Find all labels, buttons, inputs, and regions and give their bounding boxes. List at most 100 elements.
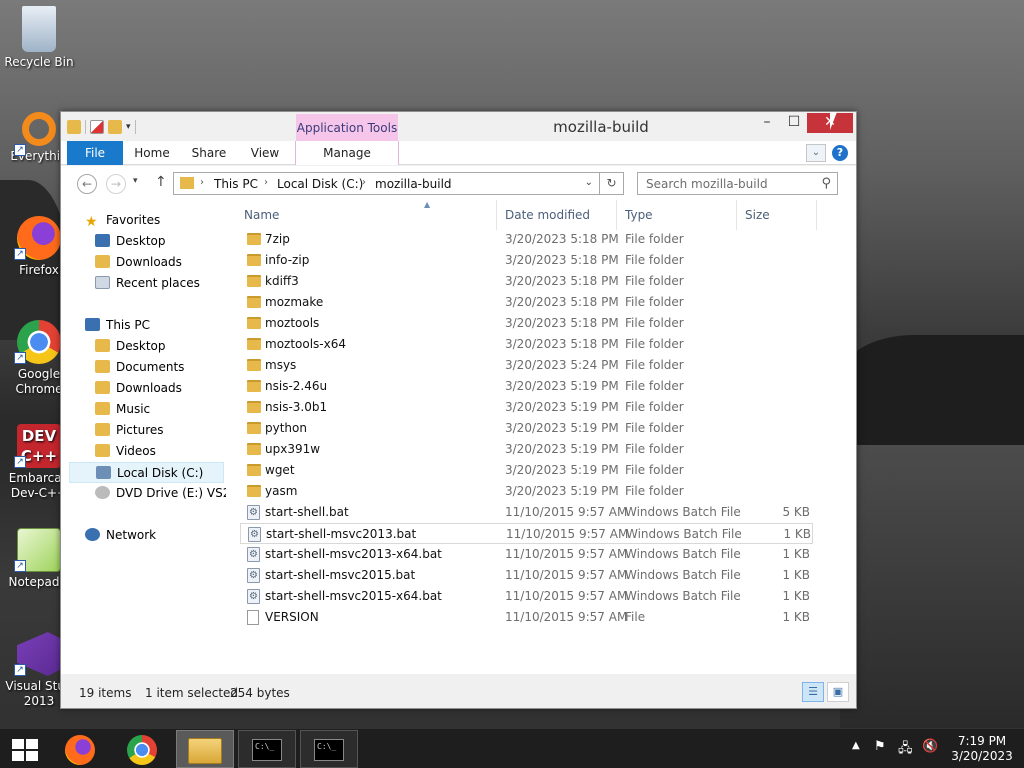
- file-row[interactable]: yasm 3/20/2023 5:19 PM File folder: [240, 481, 813, 502]
- desktop-icon-recycle-bin[interactable]: Recycle Bin: [0, 6, 78, 70]
- file-row[interactable]: nsis-2.46u 3/20/2023 5:19 PM File folder: [240, 376, 813, 397]
- forward-button[interactable]: →: [106, 174, 126, 194]
- address-bar[interactable]: › This PC › Local Disk (C:) › mozilla-bu…: [173, 172, 600, 195]
- maximize-button[interactable]: ☐: [780, 113, 808, 133]
- volume-muted-icon[interactable]: 🔇: [922, 739, 938, 754]
- refresh-button[interactable]: ↻: [600, 172, 624, 195]
- column-divider[interactable]: [816, 200, 817, 230]
- file-row[interactable]: info-zip 3/20/2023 5:18 PM File folder: [240, 250, 813, 271]
- breadcrumb-local-disk[interactable]: Local Disk (C:): [277, 177, 363, 191]
- file-size: 1 KB: [782, 589, 810, 603]
- shortcut-arrow-icon: ↗: [14, 560, 26, 572]
- file-type: Windows Batch File: [625, 547, 741, 561]
- action-center-flag-icon[interactable]: ⚑: [874, 739, 886, 754]
- file-explorer-icon: [188, 738, 222, 764]
- network-icon[interactable]: 🖧: [898, 739, 913, 761]
- file-row[interactable]: start-shell-msvc2013-x64.bat 11/10/2015 9…: [240, 544, 813, 565]
- search-input[interactable]: Search mozilla-build ⚲: [637, 172, 838, 195]
- file-type: File folder: [625, 484, 684, 498]
- file-date-modified: 11/10/2015 9:57 AM: [506, 527, 629, 541]
- column-divider[interactable]: [496, 200, 497, 230]
- tab-home[interactable]: Home: [129, 141, 175, 165]
- nav-music[interactable]: Music: [95, 399, 150, 420]
- breadcrumb-separator: ›: [362, 177, 366, 188]
- nav-downloads[interactable]: Downloads: [95, 252, 182, 273]
- column-header-date[interactable]: Date modified: [505, 208, 590, 222]
- column-header-size[interactable]: Size: [745, 208, 770, 222]
- taskbar-cmd-1[interactable]: C:\_: [238, 730, 296, 768]
- nav-recent-places[interactable]: Recent places: [95, 273, 200, 294]
- properties-icon[interactable]: [90, 120, 104, 134]
- taskbar-file-explorer[interactable]: [176, 730, 234, 768]
- file-row[interactable]: wget 3/20/2023 5:19 PM File folder: [240, 460, 813, 481]
- column-divider[interactable]: [736, 200, 737, 230]
- column-header-type[interactable]: Type: [625, 208, 653, 222]
- taskbar-chrome[interactable]: [114, 730, 172, 768]
- file-row[interactable]: moztools-x64 3/20/2023 5:18 PM File folder: [240, 334, 813, 355]
- breadcrumb-this-pc[interactable]: This PC: [214, 177, 258, 191]
- file-row[interactable]: msys 3/20/2023 5:24 PM File folder: [240, 355, 813, 376]
- file-row[interactable]: start-shell-msvc2013.bat 11/10/2015 9:57 …: [240, 523, 813, 545]
- details-view-button[interactable]: ☰: [802, 682, 824, 702]
- customize-toolbar-icon[interactable]: ▾: [126, 122, 131, 132]
- address-dropdown-icon[interactable]: ⌄: [585, 177, 593, 188]
- minimize-button[interactable]: –: [753, 113, 781, 133]
- taskbar-firefox[interactable]: [52, 730, 110, 768]
- file-date-modified: 3/20/2023 5:18 PM: [505, 232, 619, 246]
- column-header-name[interactable]: Name: [244, 208, 279, 222]
- tab-file[interactable]: File: [67, 141, 123, 165]
- file-row[interactable]: mozmake 3/20/2023 5:18 PM File folder: [240, 292, 813, 313]
- file-row[interactable]: upx391w 3/20/2023 5:19 PM File folder: [240, 439, 813, 460]
- nav-dvd-drive[interactable]: DVD Drive (E:) VS201: [95, 483, 226, 504]
- file-date-modified: 11/10/2015 9:57 AM: [505, 589, 628, 603]
- nav-documents[interactable]: Documents: [95, 357, 184, 378]
- title-bar[interactable]: ▾ Application Tools mozilla-build – ☐ ✕: [61, 112, 856, 141]
- file-date-modified: 3/20/2023 5:18 PM: [505, 337, 619, 351]
- tab-manage[interactable]: Manage: [313, 141, 381, 165]
- large-icons-view-button[interactable]: ▣: [827, 682, 849, 702]
- file-date-modified: 11/10/2015 9:57 AM: [505, 505, 628, 519]
- recent-locations-button[interactable]: ▾: [133, 176, 138, 186]
- expand-ribbon-button[interactable]: ⌄: [806, 144, 826, 162]
- start-button[interactable]: [0, 730, 58, 768]
- file-date-modified: 3/20/2023 5:24 PM: [505, 358, 619, 372]
- file-row[interactable]: VERSION 11/10/2015 9:57 AM File 1 KB: [240, 607, 813, 628]
- tab-share[interactable]: Share: [185, 141, 233, 165]
- nav-this-pc[interactable]: This PC: [85, 315, 150, 336]
- file-row[interactable]: start-shell.bat 11/10/2015 9:57 AMWindows…: [240, 502, 813, 523]
- batch-file-icon: [247, 502, 260, 523]
- back-button[interactable]: ←: [77, 174, 97, 194]
- up-button[interactable]: ↑: [155, 174, 167, 190]
- column-divider[interactable]: [616, 200, 617, 230]
- file-type: File folder: [625, 358, 684, 372]
- file-row[interactable]: start-shell-msvc2015.bat 11/10/2015 9:57 …: [240, 565, 813, 586]
- nav-videos[interactable]: Videos: [95, 441, 156, 462]
- clock[interactable]: 7:19 PM 3/20/2023: [948, 734, 1016, 764]
- file-row[interactable]: kdiff3 3/20/2023 5:18 PM File folder: [240, 271, 813, 292]
- show-hidden-icons-icon[interactable]: ▲: [852, 740, 860, 751]
- status-item-count: 19 items: [79, 686, 132, 700]
- file-name: VERSION: [265, 610, 319, 624]
- file-row[interactable]: 7zip 3/20/2023 5:18 PM File folder: [240, 229, 813, 250]
- file-row[interactable]: moztools 3/20/2023 5:18 PM File folder: [240, 313, 813, 334]
- file-row[interactable]: python 3/20/2023 5:19 PM File folder: [240, 418, 813, 439]
- breadcrumb-mozilla-build[interactable]: mozilla-build: [375, 177, 452, 191]
- nav-favorites[interactable]: ★ Favorites: [85, 210, 160, 231]
- nav-pc-downloads[interactable]: Downloads: [95, 378, 182, 399]
- nav-pc-desktop[interactable]: Desktop: [95, 336, 166, 357]
- nav-local-disk[interactable]: Local Disk (C:): [69, 462, 224, 483]
- new-folder-icon[interactable]: [108, 120, 122, 134]
- nav-desktop[interactable]: Desktop: [95, 231, 166, 252]
- file-name: mozmake: [265, 295, 324, 309]
- file-date-modified: 11/10/2015 9:57 AM: [505, 547, 628, 561]
- network-icon: [85, 528, 100, 541]
- help-button[interactable]: ?: [832, 145, 848, 161]
- folder-icon: [247, 485, 261, 497]
- file-row[interactable]: nsis-3.0b1 3/20/2023 5:19 PM File folder: [240, 397, 813, 418]
- nav-pictures[interactable]: Pictures: [95, 420, 164, 441]
- tab-view[interactable]: View: [243, 141, 287, 165]
- file-row[interactable]: start-shell-msvc2015-x64.bat 11/10/2015 9…: [240, 586, 813, 607]
- taskbar-cmd-2[interactable]: C:\_: [300, 730, 358, 768]
- file-type: File folder: [625, 442, 684, 456]
- nav-network[interactable]: Network: [85, 525, 156, 546]
